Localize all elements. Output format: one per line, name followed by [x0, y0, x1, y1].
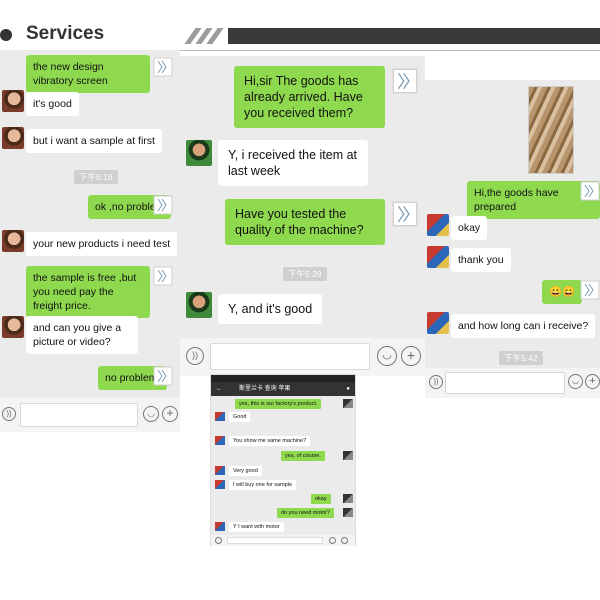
message-received: your new products i need test [26, 232, 178, 256]
input-bar [211, 535, 355, 546]
avatar [427, 246, 449, 268]
services-header: Services [0, 20, 600, 51]
avatar [215, 466, 225, 475]
message-received: and can you give a picture or video? [26, 316, 138, 354]
message-sent: the sample is free ,but you need pay the… [26, 266, 150, 318]
avatar [2, 90, 24, 112]
middle-chat-panel: Hi,sir The goods has already arrived. Ha… [180, 56, 425, 376]
emoji-icon[interactable]: ◡ [143, 406, 159, 422]
message-received: Good [229, 412, 251, 422]
message-received: I will buy one for sample [229, 480, 296, 490]
timestamp: 下午5:29 [283, 267, 327, 281]
avatar [343, 451, 353, 460]
timestamp: 下午5:16 [74, 170, 118, 184]
contact-icon[interactable]: ● [346, 382, 350, 396]
message-received: but i want a sample at first [26, 129, 162, 153]
voice-icon[interactable] [215, 537, 222, 544]
avatar [427, 214, 449, 236]
message-received: Y I want with motor [229, 522, 284, 532]
message-received: Y, and it's good [218, 294, 323, 324]
input-bar: )) ◡ + [425, 368, 600, 398]
avatar [215, 412, 225, 421]
message-received: okay [451, 216, 488, 240]
phone-chat-screenshot: ← 斯里兰卡 查询 苹果 ● yes, this is our factory'… [210, 374, 356, 546]
message-sent: yes, this is our factory's product. [235, 399, 322, 409]
page-title: Services [26, 23, 105, 44]
input-bar: )) ◡ + [0, 398, 180, 432]
voice-icon[interactable]: )) [429, 375, 443, 389]
avatar [343, 508, 353, 517]
chat-title: 斯里兰卡 查询 苹果 [239, 386, 291, 392]
send-status-icon [392, 68, 418, 94]
message-sent: Have you tested the quality of the machi… [225, 199, 385, 245]
send-status-icon [153, 366, 173, 386]
message-received: Y, i received the item at last week [218, 140, 368, 186]
left-chat-panel: the new design vibratory screen it's goo… [0, 50, 180, 432]
voice-icon[interactable]: )) [2, 407, 16, 421]
timestamp: 下午5:42 [499, 351, 543, 365]
status-bar [211, 375, 355, 382]
avatar [343, 494, 353, 503]
avatar [2, 316, 24, 338]
plus-icon[interactable]: + [162, 406, 178, 422]
plus-icon[interactable]: + [585, 374, 600, 389]
message-sent: do you need motor? [277, 508, 334, 518]
plus-icon[interactable] [341, 537, 348, 544]
message-sent: yes, of course. [281, 451, 325, 461]
avatar [215, 480, 225, 489]
plus-icon[interactable]: + [401, 346, 421, 366]
avatar [215, 522, 225, 531]
avatar [186, 140, 212, 166]
emoji-icon[interactable]: ◡ [568, 374, 583, 389]
header-bar [228, 28, 600, 44]
voice-icon[interactable]: )) [186, 347, 204, 365]
input-bar: )) ◡ + [180, 338, 425, 376]
goods-photo [528, 86, 574, 174]
avatar [215, 436, 225, 445]
send-status-icon [153, 57, 173, 77]
send-status-icon [392, 201, 418, 227]
send-status-icon [580, 181, 600, 201]
avatar [2, 127, 24, 149]
message-sent: 😀😀 [542, 280, 583, 304]
nav-bar: ← 斯里兰卡 查询 苹果 ● [211, 382, 355, 396]
message-input[interactable] [227, 537, 323, 544]
emoji-icon[interactable]: ◡ [377, 346, 397, 366]
message-received: thank you [451, 248, 511, 272]
back-arrow-icon[interactable]: ← [216, 382, 222, 396]
avatar [427, 312, 449, 334]
send-status-icon [153, 266, 173, 286]
message-sent: Hi,sir The goods has already arrived. Ha… [234, 66, 385, 128]
emoji-icon[interactable] [329, 537, 336, 544]
message-received: and how long can i receive? [451, 314, 596, 338]
message-sent: okay [311, 494, 331, 504]
message-received: Very good [229, 466, 262, 476]
avatar [343, 399, 353, 408]
message-input[interactable] [210, 343, 370, 370]
send-status-icon [580, 280, 600, 300]
send-status-icon [153, 195, 173, 215]
right-chat-panel: Hi,the goods have prepared okay thank yo… [425, 80, 600, 398]
message-sent: the new design vibratory screen [26, 55, 150, 93]
message-received: it's good [26, 92, 79, 116]
message-input[interactable] [20, 403, 138, 427]
message-received: You show me same machine? [229, 436, 311, 446]
avatar [2, 230, 24, 252]
avatar [186, 292, 212, 318]
message-input[interactable] [445, 372, 565, 394]
bullet-icon [0, 29, 12, 41]
